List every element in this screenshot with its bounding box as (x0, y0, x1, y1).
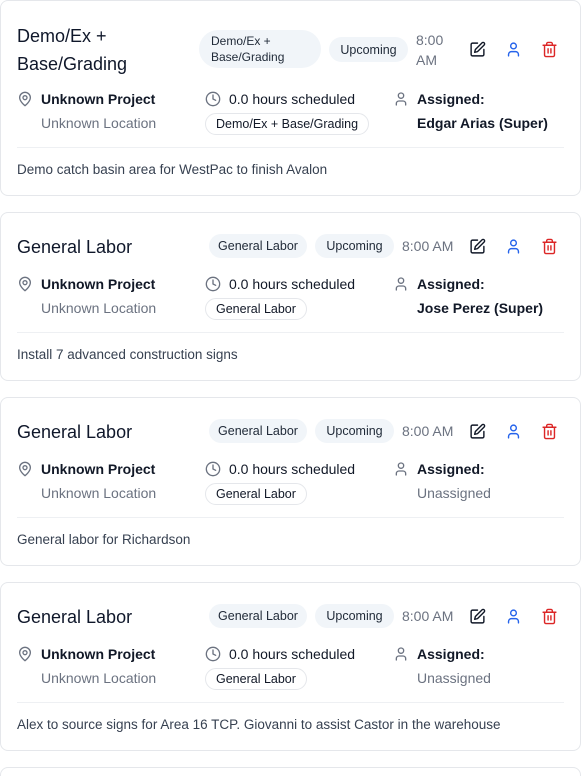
assign-button[interactable] (502, 235, 524, 257)
person-icon (393, 91, 409, 107)
task-title: General Labor (17, 607, 133, 627)
user-icon (507, 423, 519, 439)
category-badge: General Labor (209, 234, 307, 258)
divider (17, 147, 564, 148)
status-badge: Upcoming (315, 234, 394, 258)
map-pin-icon (17, 646, 33, 662)
delete-button[interactable] (538, 235, 560, 257)
task-time: 8:00 AM (402, 423, 454, 439)
task-description: General labor for Richardson (17, 532, 191, 547)
assign-button[interactable] (502, 420, 524, 442)
task-card: General Labor General Labor Upcoming 8:0… (0, 397, 581, 566)
hours-scheduled: 0.0 hours scheduled (229, 276, 356, 292)
project-location: Unknown Location (41, 300, 157, 316)
pencil-square-icon (469, 423, 485, 439)
assignee-name: Unassigned (417, 485, 491, 501)
task-time: 8:00 AM (402, 238, 454, 254)
assigned-label: Assigned: (417, 646, 485, 662)
project-name: Unknown Project (41, 276, 156, 292)
assigned-label: Assigned: (417, 276, 485, 292)
assigned-label: Assigned: (417, 461, 485, 477)
assignee-name: Edgar Arias (Super) (417, 115, 548, 131)
task-card: Demo/Ex + Base/Grading Demo/Ex + Base/Gr… (0, 0, 581, 196)
pencil-square-icon (469, 238, 485, 254)
assign-button[interactable] (502, 605, 524, 627)
delete-button[interactable] (538, 605, 560, 627)
delete-button[interactable] (538, 420, 560, 442)
edit-button[interactable] (466, 235, 488, 257)
project-name: Unknown Project (41, 646, 156, 662)
task-title: General Labor (17, 237, 133, 257)
person-icon (393, 276, 409, 292)
project-name: Unknown Project (41, 461, 156, 477)
task-card (0, 767, 581, 776)
hours-scheduled: 0.0 hours scheduled (229, 461, 356, 477)
trash-icon (541, 41, 557, 57)
project-name: Unknown Project (41, 91, 156, 107)
task-time: 8:00 AM (402, 608, 454, 624)
category-badge: General Labor (209, 604, 307, 628)
category-badge: General Labor (209, 419, 307, 443)
clock-icon (205, 276, 221, 292)
category-tag: General Labor (205, 483, 307, 505)
assignee-name: Unassigned (417, 670, 491, 686)
clock-icon (205, 91, 221, 107)
project-location: Unknown Location (41, 485, 157, 501)
edit-button[interactable] (466, 605, 488, 627)
assigned-label: Assigned: (417, 91, 485, 107)
category-tag: Demo/Ex + Base/Grading (205, 113, 370, 135)
edit-button[interactable] (466, 420, 488, 442)
assignee-name: Jose Perez (Super) (417, 300, 544, 316)
task-description: Demo catch basin area for WestPac to fin… (17, 162, 328, 177)
clock-icon (205, 646, 221, 662)
pencil-square-icon (469, 41, 485, 57)
assign-button[interactable] (502, 38, 524, 60)
task-card: General Labor General Labor Upcoming 8:0… (0, 582, 581, 751)
map-pin-icon (17, 461, 33, 477)
pencil-square-icon (469, 608, 485, 624)
status-badge: Upcoming (329, 37, 408, 62)
project-location: Unknown Location (41, 115, 157, 131)
category-tag: General Labor (205, 668, 307, 690)
project-location: Unknown Location (41, 670, 157, 686)
task-card: General Labor General Labor Upcoming 8:0… (0, 212, 581, 381)
user-icon (507, 608, 519, 624)
status-badge: Upcoming (315, 419, 394, 443)
category-tag: General Labor (205, 298, 307, 320)
task-description: Install 7 advanced construction signs (17, 347, 238, 362)
edit-button[interactable] (466, 38, 488, 60)
user-icon (507, 41, 519, 57)
task-title: Demo/Ex + Base/Grading (17, 26, 128, 74)
divider (17, 332, 564, 333)
map-pin-icon (17, 91, 33, 107)
trash-icon (541, 608, 557, 624)
person-icon (393, 646, 409, 662)
task-description: Alex to source signs for Area 16 TCP. Gi… (17, 717, 501, 732)
status-badge: Upcoming (315, 604, 394, 628)
hours-scheduled: 0.0 hours scheduled (229, 646, 356, 662)
hours-scheduled: 0.0 hours scheduled (229, 91, 356, 107)
delete-button[interactable] (538, 38, 560, 60)
divider (17, 702, 564, 703)
divider (17, 517, 564, 518)
task-time: 8:00 AM (416, 32, 444, 68)
category-badge: Demo/Ex + Base/Grading (199, 30, 321, 68)
person-icon (393, 461, 409, 477)
trash-icon (541, 238, 557, 254)
task-title: General Labor (17, 422, 133, 442)
trash-icon (541, 423, 557, 439)
map-pin-icon (17, 276, 33, 292)
user-icon (507, 238, 519, 254)
clock-icon (205, 461, 221, 477)
